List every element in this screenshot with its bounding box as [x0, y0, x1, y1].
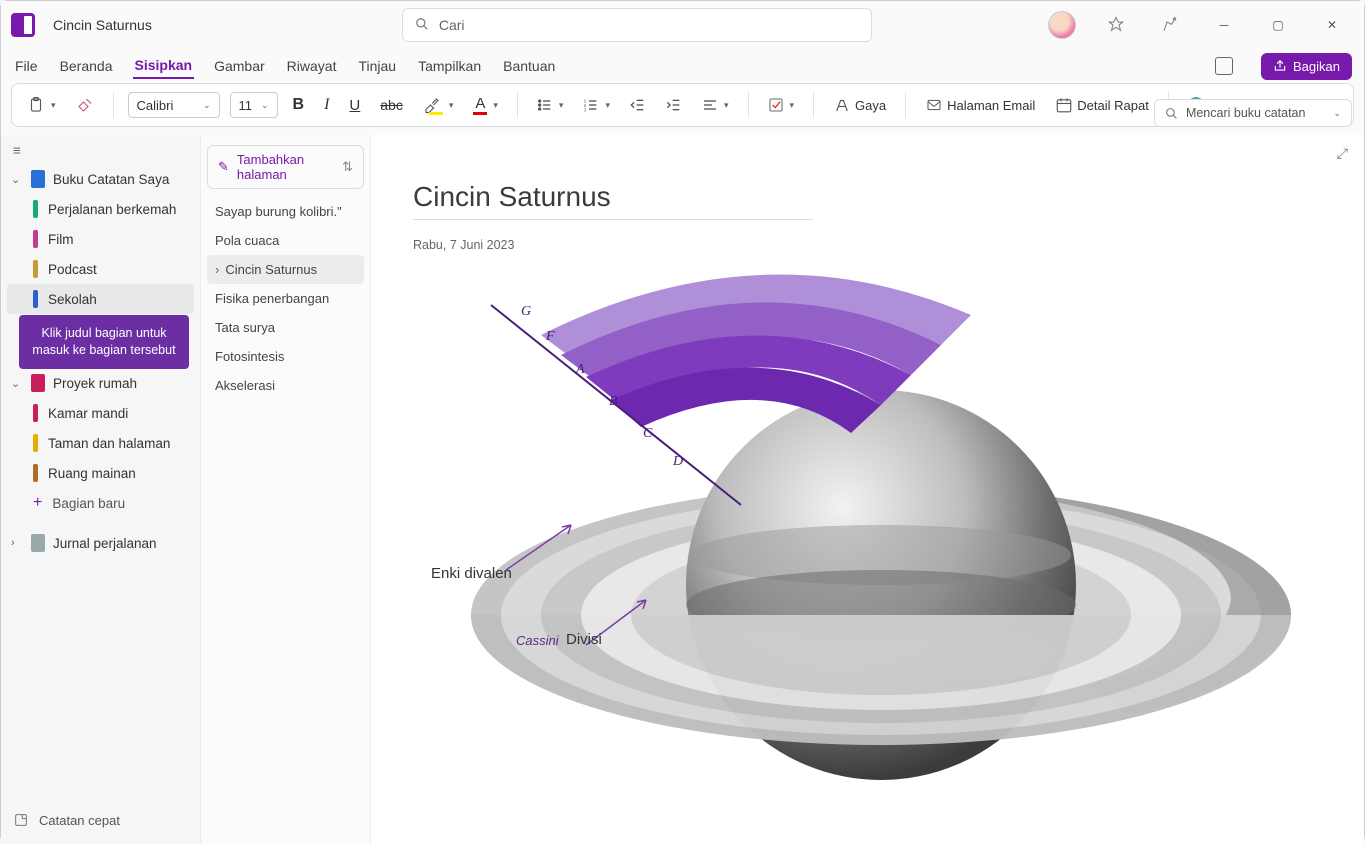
menu-history[interactable]: Riwayat [285, 54, 339, 78]
ring-label-b: B [609, 394, 618, 409]
ring-label-a: A [575, 362, 585, 377]
share-label: Bagikan [1293, 59, 1340, 74]
coming-soon-icon[interactable] [1156, 11, 1184, 39]
page-date: Rabu, 7 Juni 2023 [413, 238, 1364, 252]
page-item[interactable]: Akselerasi [207, 371, 364, 400]
meeting-details-button[interactable]: Detail Rapat [1050, 93, 1154, 117]
label-enki: Enki divalen [431, 565, 512, 582]
minimize-button[interactable]: ─ [1210, 11, 1238, 39]
section-school[interactable]: Sekolah [7, 284, 194, 314]
nav-toggle-icon[interactable]: ≡ [7, 143, 27, 158]
page-item[interactable]: Sayap burung kolibri." [207, 197, 364, 226]
notebook-icon [31, 534, 45, 552]
format-painter-button[interactable] [71, 93, 99, 117]
chevron-down-icon: ⌄ [11, 173, 23, 186]
notebook-icon [31, 374, 45, 392]
coach-tooltip: Klik judul bagian untuk masuk ke bagian … [19, 315, 189, 369]
menu-insert[interactable]: Sisipkan [133, 53, 195, 79]
font-color-button[interactable]: A▾ [468, 92, 503, 118]
user-avatar[interactable] [1048, 11, 1076, 39]
page-item[interactable]: Fisika penerbangan [207, 284, 364, 313]
label-cassini: Cassini [516, 633, 559, 648]
font-size-select[interactable]: 11⌄ [230, 92, 278, 118]
indent-button[interactable] [661, 94, 687, 116]
search-placeholder: Cari [439, 17, 465, 33]
search-icon [415, 17, 429, 34]
page-item[interactable]: Pola cuaca [207, 226, 364, 255]
styles-button[interactable]: Gaya [828, 93, 891, 117]
ring-label-f: F [545, 329, 555, 344]
font-family-select[interactable]: Calibri⌄ [128, 92, 220, 118]
feed-pane-icon[interactable] [1215, 57, 1233, 75]
section-garden[interactable]: Taman dan halaman [7, 428, 194, 458]
share-button[interactable]: Bagikan [1261, 53, 1352, 80]
strikethrough-button[interactable]: abc [375, 94, 408, 116]
section-camping[interactable]: Perjalanan berkemah [7, 194, 194, 224]
ring-label-g: G [521, 304, 531, 319]
pen-icon: ✎ [218, 159, 229, 175]
notebook-home-projects[interactable]: ⌄ Proyek rumah [7, 368, 194, 398]
section-podcast[interactable]: Podcast [7, 254, 194, 284]
svg-text:3: 3 [584, 108, 587, 113]
page-item-selected[interactable]: Cincin Saturnus [207, 255, 364, 284]
page-title[interactable]: Cincin Saturnus [413, 181, 1364, 213]
notebook-icon [31, 170, 45, 188]
sort-icon[interactable]: ⇅ [342, 159, 353, 175]
menu-review[interactable]: Tinjau [356, 54, 398, 78]
label-divisi: Divisi [566, 631, 602, 648]
outdent-button[interactable] [625, 94, 651, 116]
saturn-illustration: G F A B C D Enki divalen Cassini Divisi [411, 255, 1311, 815]
section-bathroom[interactable]: Kamar mandi [7, 398, 194, 428]
menu-bar: File Beranda Sisipkan Gambar Riwayat Tin… [1, 49, 1364, 83]
section-film[interactable]: Film [7, 224, 194, 254]
premium-icon[interactable] [1102, 11, 1130, 39]
title-underline [413, 219, 813, 220]
ring-label-d: D [672, 454, 683, 469]
search-notebook-box[interactable]: Mencari buku catatan ⌄ [1154, 99, 1352, 127]
paste-button[interactable]: ▾ [22, 92, 61, 118]
menu-image[interactable]: Gambar [212, 54, 267, 78]
section-playroom[interactable]: Ruang mainan [7, 458, 194, 488]
page-item[interactable]: Fotosintesis [207, 342, 364, 371]
page-canvas[interactable]: Mencari buku catatan ⌄ ⤢ Cincin Saturnus… [371, 135, 1364, 844]
add-page-button[interactable]: ✎Tambahkan halaman ⇅ [207, 145, 364, 189]
bold-button[interactable]: B [288, 93, 310, 117]
menu-file[interactable]: File [13, 54, 40, 78]
add-section-button-2[interactable]: +Bagian baru [7, 488, 194, 518]
highlight-button[interactable]: ▾ [418, 93, 459, 118]
page-list: ✎Tambahkan halaman ⇅ Sayap burung kolibr… [201, 135, 371, 844]
menu-view[interactable]: Tampilkan [416, 54, 483, 78]
underline-button[interactable]: U [344, 94, 365, 117]
quick-notes-button[interactable]: Catatan cepat [7, 804, 194, 836]
notebook-nav: ≡ ⌄ Buku Catatan Saya Perjalanan berkema… [1, 135, 201, 844]
document-title: Cincin Saturnus [53, 17, 152, 33]
chevron-down-icon: ⌄ [11, 377, 23, 390]
close-button[interactable]: ✕ [1318, 11, 1346, 39]
ribbon: ▾ Calibri⌄ 11⌄ B I U abc ▾ A▾ ▾ 123▾ ▾ ▾… [11, 83, 1354, 127]
numbering-button[interactable]: 123▾ [578, 94, 615, 116]
todo-tag-button[interactable]: ▾ [763, 94, 800, 116]
italic-button[interactable]: I [319, 93, 334, 117]
menu-home[interactable]: Beranda [58, 54, 115, 78]
search-box[interactable]: Cari [402, 8, 872, 42]
ring-label-c: C [643, 426, 653, 441]
notebook-my-notebook[interactable]: ⌄ Buku Catatan Saya [7, 164, 194, 194]
title-bar: Cincin Saturnus Cari ─ ▢ ✕ [1, 1, 1364, 49]
email-page-button[interactable]: Halaman Email [920, 94, 1040, 116]
page-item[interactable]: Tata surya [207, 313, 364, 342]
bullets-button[interactable]: ▾ [532, 94, 569, 116]
align-button[interactable]: ▾ [697, 94, 734, 116]
chevron-right-icon: › [11, 537, 23, 549]
fullscreen-icon[interactable]: ⤢ [1337, 145, 1348, 162]
onenote-app-icon [11, 13, 35, 37]
menu-help[interactable]: Bantuan [501, 54, 557, 78]
notebook-travel-journal[interactable]: › Jurnal perjalanan [7, 528, 194, 558]
maximize-button[interactable]: ▢ [1264, 11, 1292, 39]
